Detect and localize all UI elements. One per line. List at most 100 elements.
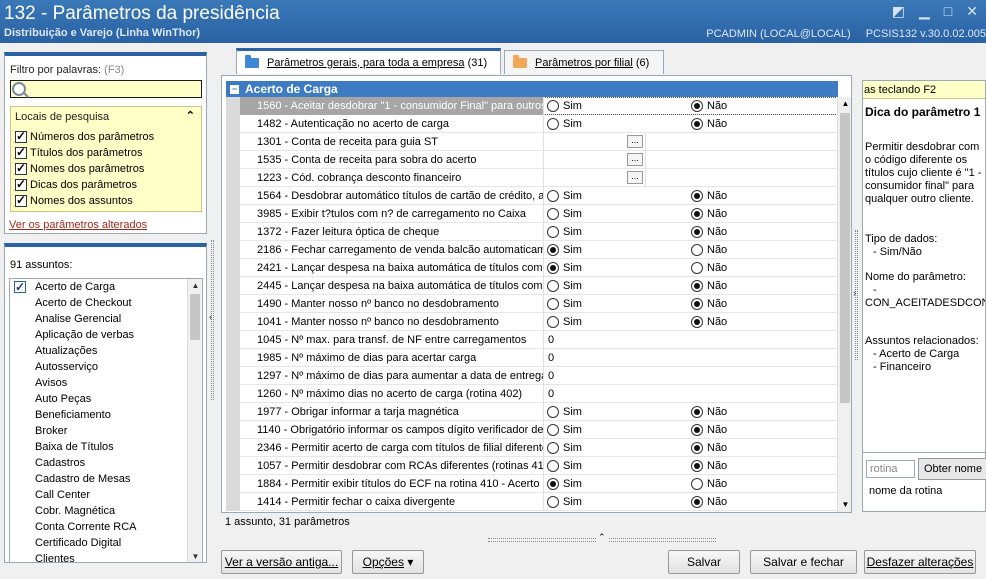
table-row[interactable]: 1884 - Permitir exibir títulos do ECF na… bbox=[226, 475, 838, 493]
list-item[interactable]: Cobr. Magnética bbox=[10, 503, 202, 519]
table-row[interactable]: 1482 - Autenticação no acerto de carga Si… bbox=[226, 115, 838, 133]
undo-changes-button[interactable]: Desfazer alterações bbox=[864, 550, 976, 574]
collapse-group-icon[interactable]: − bbox=[230, 85, 239, 94]
tab-parametros-gerais[interactable]: Parâmetros gerais, para toda a empresa (… bbox=[236, 48, 501, 74]
nao-radio[interactable] bbox=[691, 478, 703, 490]
sim-radio[interactable] bbox=[547, 190, 559, 202]
nao-radio[interactable] bbox=[691, 100, 703, 112]
list-item[interactable]: Certificado Digital bbox=[10, 535, 202, 551]
option-assuntos[interactable]: Nomes dos assuntos bbox=[15, 193, 133, 209]
checkbox[interactable] bbox=[15, 145, 27, 159]
list-item[interactable]: Call Center bbox=[10, 487, 202, 503]
collapse-right-icon[interactable]: › bbox=[853, 288, 856, 299]
table-row[interactable]: 2186 - Fechar carregamento de venda balc… bbox=[226, 241, 838, 259]
right-splitter[interactable]: › bbox=[853, 230, 861, 360]
list-item[interactable]: Acerto de Checkout bbox=[10, 295, 202, 311]
collapse-bottom-icon[interactable]: ⌃ bbox=[596, 532, 608, 543]
sim-radio[interactable] bbox=[547, 442, 559, 454]
obter-nome-button[interactable]: Obter nome bbox=[918, 458, 986, 480]
option-dicas[interactable]: Dicas dos parâmetros bbox=[15, 177, 137, 193]
list-item[interactable]: Beneficiamento bbox=[10, 407, 202, 423]
table-row[interactable]: 1490 - Manter nosso nº banco no desdobra… bbox=[226, 295, 838, 313]
nao-radio[interactable] bbox=[691, 316, 703, 328]
sim-radio[interactable] bbox=[547, 118, 559, 130]
table-row[interactable]: 1140 - Obrigatório informar os campos dí… bbox=[226, 421, 838, 439]
nao-radio[interactable] bbox=[691, 118, 703, 130]
nao-radio[interactable] bbox=[691, 496, 703, 508]
grid-scrollbar[interactable]: ▲ ▼ bbox=[837, 97, 851, 512]
sim-radio[interactable] bbox=[547, 460, 559, 472]
table-row[interactable]: 1260 - Nº máximo dias no acerto de carga… bbox=[226, 385, 838, 403]
option-numeros[interactable]: Números dos parâmetros bbox=[15, 129, 154, 145]
table-row[interactable]: 1560 - Aceitar desdobrar "1 - consumidor… bbox=[226, 97, 838, 115]
number-value[interactable]: 0 bbox=[548, 349, 554, 367]
scroll-up-icon[interactable]: ▲ bbox=[188, 279, 202, 293]
tab-parametros-filial[interactable]: Parâmetros por filial (6) bbox=[504, 50, 664, 74]
scroll-thumb[interactable] bbox=[840, 113, 850, 403]
list-item[interactable]: Atualizações bbox=[10, 343, 202, 359]
scroll-up-icon[interactable]: ▲ bbox=[838, 97, 851, 111]
nao-radio[interactable] bbox=[691, 298, 703, 310]
scroll-down-icon[interactable]: ▼ bbox=[838, 498, 851, 512]
table-row[interactable]: 1564 - Desdobrar automático títulos de c… bbox=[226, 187, 838, 205]
nao-radio[interactable] bbox=[691, 208, 703, 220]
checkbox[interactable] bbox=[15, 129, 27, 143]
restore-icon[interactable]: ◩ bbox=[892, 3, 905, 20]
list-item[interactable]: Avisos bbox=[10, 375, 202, 391]
list-item[interactable]: Baixa de Títulos bbox=[10, 439, 202, 455]
rotina-input[interactable]: rotina bbox=[866, 460, 915, 478]
ellipsis-button[interactable]: ... bbox=[627, 171, 643, 184]
list-item[interactable]: Autosserviço bbox=[10, 359, 202, 375]
table-row[interactable]: 1045 - Nº max. para transf. de NF entre … bbox=[226, 331, 838, 349]
table-row[interactable]: 1535 - Conta de receita para sobra do ac… bbox=[226, 151, 838, 169]
table-row[interactable]: 2445 - Lançar despesa na baixa automátic… bbox=[226, 277, 838, 295]
list-item[interactable]: Analise Gerencial bbox=[10, 311, 202, 327]
group-header[interactable]: − Acerto de Carga bbox=[226, 81, 838, 97]
nao-radio[interactable] bbox=[691, 244, 703, 256]
sim-radio[interactable] bbox=[547, 478, 559, 490]
table-row[interactable]: 1041 - Manter nosso nº banco no desdobra… bbox=[226, 313, 838, 331]
filter-input[interactable] bbox=[10, 80, 202, 98]
sim-radio[interactable] bbox=[547, 496, 559, 508]
altered-params-link[interactable]: Ver os parâmetros alterados bbox=[9, 219, 147, 231]
table-row[interactable]: 1223 - Cód. cobrança desconto financeiro… bbox=[226, 169, 838, 187]
save-close-button[interactable]: Salvar e fechar bbox=[750, 550, 857, 574]
subjects-scrollbar[interactable]: ▲ ▼ bbox=[187, 279, 202, 562]
table-row[interactable]: 1372 - Fazer leitura óptica de cheque Sim… bbox=[226, 223, 838, 241]
number-value[interactable]: 0 bbox=[548, 367, 554, 385]
list-item[interactable]: Conta Corrente RCA bbox=[10, 519, 202, 535]
list-item[interactable]: Aplicação de verbas bbox=[10, 327, 202, 343]
table-row[interactable]: 2346 - Permitir acerto de carga com títu… bbox=[226, 439, 838, 457]
list-item[interactable]: Cadastro de Mesas bbox=[10, 471, 202, 487]
nao-radio[interactable] bbox=[691, 442, 703, 454]
table-row[interactable]: 2421 - Lançar despesa na baixa automátic… bbox=[226, 259, 838, 277]
scroll-thumb[interactable] bbox=[190, 294, 200, 340]
close-icon[interactable]: ✕ bbox=[966, 3, 978, 20]
number-value[interactable]: 0 bbox=[548, 331, 554, 349]
table-row[interactable]: 1057 - Permitir desdobrar com RCAs difer… bbox=[226, 457, 838, 475]
sim-radio[interactable] bbox=[547, 424, 559, 436]
sim-radio[interactable] bbox=[547, 406, 559, 418]
nao-radio[interactable] bbox=[691, 262, 703, 274]
sim-radio[interactable] bbox=[547, 280, 559, 292]
save-button[interactable]: Salvar bbox=[668, 550, 740, 574]
number-value[interactable]: 0 bbox=[548, 385, 554, 403]
ellipsis-button[interactable]: ... bbox=[627, 135, 643, 148]
sim-radio[interactable] bbox=[547, 262, 559, 274]
sim-radio[interactable] bbox=[547, 100, 559, 112]
table-row[interactable]: 1414 - Permitir fechar o caixa divergent… bbox=[226, 493, 838, 511]
ellipsis-button[interactable]: ... bbox=[627, 153, 643, 166]
scroll-down-icon[interactable]: ▼ bbox=[188, 550, 202, 562]
table-row[interactable]: 1297 - Nº máximo de dias para aumentar a… bbox=[226, 367, 838, 385]
sim-radio[interactable] bbox=[547, 244, 559, 256]
list-item[interactable]: Auto Peças bbox=[10, 391, 202, 407]
collapse-left-icon[interactable]: ‹ bbox=[209, 312, 212, 323]
options-button[interactable]: Opções ▾ bbox=[352, 550, 424, 574]
table-row[interactable]: 1301 - Conta de receita para guia ST... bbox=[226, 133, 838, 151]
option-nomes[interactable]: Nomes dos parâmetros bbox=[15, 161, 144, 177]
list-item[interactable]: Acerto de Carga bbox=[10, 279, 202, 295]
collapse-icon[interactable]: ⌃ bbox=[186, 109, 195, 122]
old-version-button[interactable]: Ver a versão antiga... bbox=[221, 550, 342, 574]
nao-radio[interactable] bbox=[691, 280, 703, 292]
minimize-icon[interactable]: ▁ bbox=[919, 3, 930, 20]
